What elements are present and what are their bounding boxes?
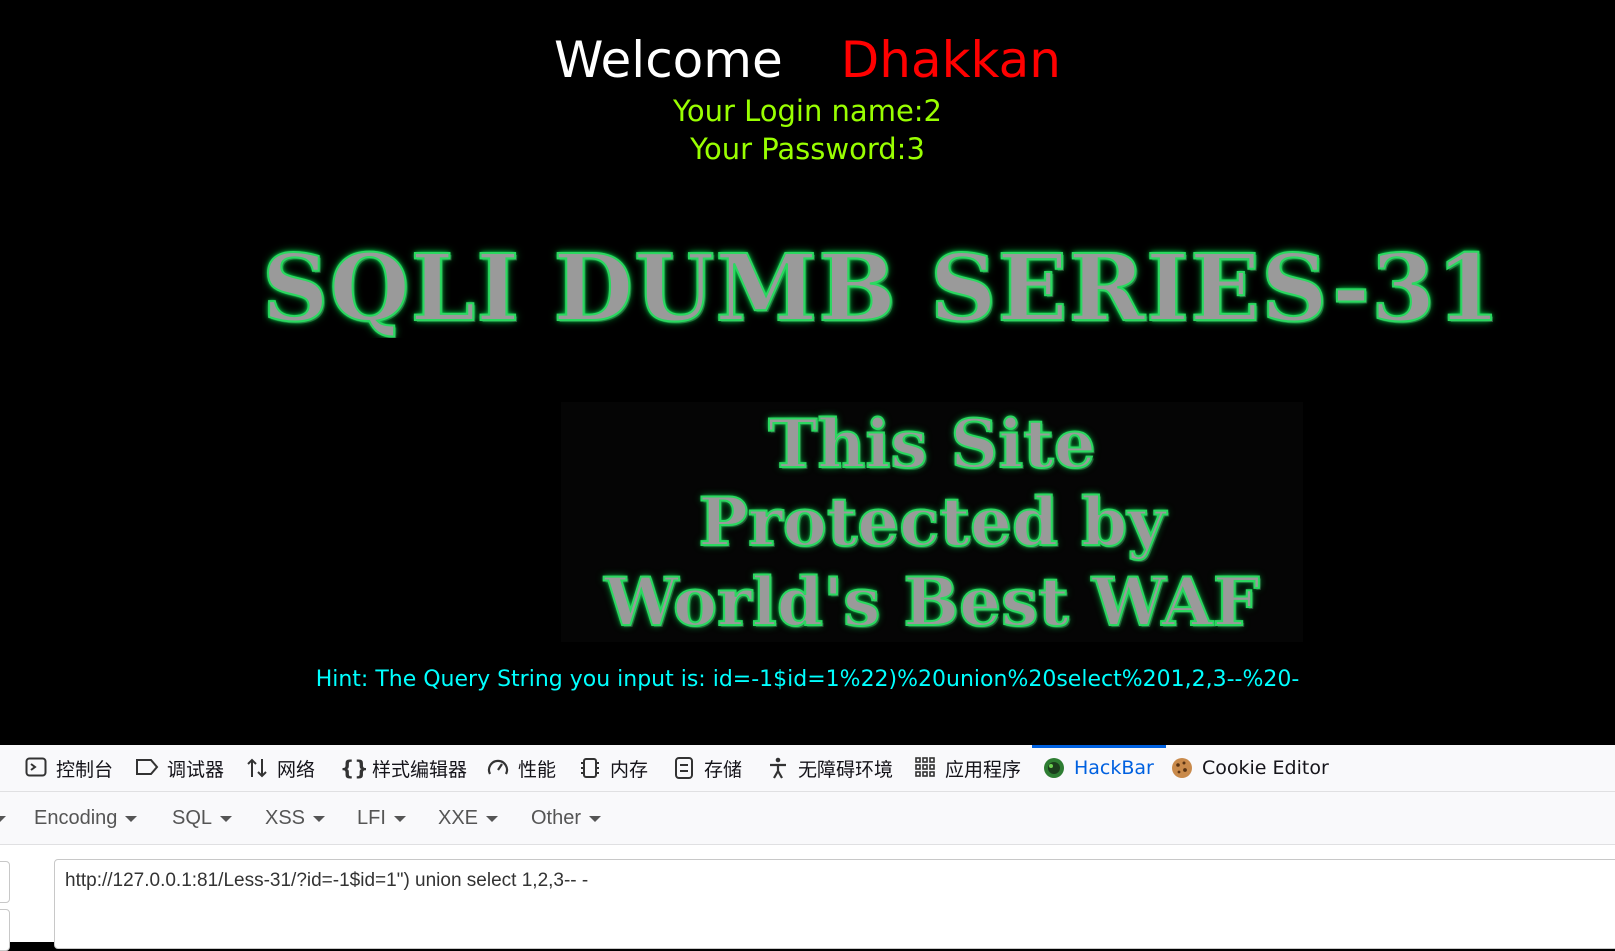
menu-encoding[interactable]: Encoding — [34, 792, 138, 844]
tab-label: 样式编辑器 — [372, 758, 468, 781]
welcome-heading: Welcome Dhakkan — [0, 30, 1615, 90]
tab-label: 网络 — [277, 758, 316, 781]
hackbar-icon — [1042, 756, 1066, 780]
login-name-text: Your Login name:2 — [672, 94, 943, 128]
menu-label: XSS — [265, 807, 306, 829]
tab-debugger[interactable]: 调试器 — [135, 745, 224, 791]
accessibility-icon — [766, 756, 790, 780]
tab-label: 控制台 — [56, 758, 114, 781]
menu-label: LFI — [357, 807, 386, 829]
waf-line-2: Protected by — [697, 482, 1166, 562]
chevron-down-icon — [313, 815, 326, 822]
welcome-name: Dhakkan — [840, 31, 1061, 89]
tab-label: 性能 — [518, 758, 557, 781]
style-editor-icon: {} — [340, 756, 369, 780]
series-banner: SQLI DUMB SERIES-31 — [262, 238, 1615, 338]
menu-xxe[interactable]: XXE — [438, 792, 499, 844]
tab-performance[interactable]: 性能 — [486, 745, 556, 791]
load-url-button[interactable] — [0, 861, 10, 903]
memory-icon — [578, 756, 602, 780]
chevron-down-icon — [589, 815, 602, 822]
url-textarea[interactable]: http://127.0.0.1:81/Less-31/?id=-1$id=1"… — [54, 859, 1615, 949]
banner-text: SQLI DUMB SERIES-31 — [262, 238, 1502, 338]
split-url-button[interactable] — [0, 909, 10, 951]
menu-xss[interactable]: XSS — [265, 792, 326, 844]
hint-text: Hint: The Query String you input is: id=… — [315, 667, 1300, 692]
tab-label: 应用程序 — [945, 758, 1022, 781]
tab-application[interactable]: 应用程序 — [913, 745, 1021, 791]
application-icon — [913, 756, 937, 780]
menu-sql[interactable]: SQL — [172, 792, 233, 844]
menu-label: XXE — [438, 807, 479, 829]
menu-label: Encoding — [34, 807, 118, 829]
waf-line-3: World's Best WAF — [603, 562, 1260, 642]
cookie-icon — [1170, 756, 1194, 780]
menu-load-caret[interactable] — [0, 792, 6, 844]
tab-hackbar[interactable]: HackBar — [1032, 745, 1166, 791]
chevron-down-icon — [486, 815, 499, 822]
password-text: Your Password:3 — [690, 132, 925, 166]
menu-label: Other — [531, 807, 582, 829]
tab-label: Cookie Editor — [1202, 757, 1329, 779]
tab-memory[interactable]: 内存 — [578, 745, 648, 791]
menu-lfi[interactable]: LFI — [357, 792, 406, 844]
chevron-down-icon — [220, 815, 233, 822]
tab-network[interactable]: 网络 — [245, 745, 315, 791]
chevron-down-icon — [125, 815, 138, 822]
web-page: Welcome Dhakkan Your Login name:2 Your Pa… — [0, 0, 1615, 745]
tab-style-editor[interactable]: {} 样式编辑器 — [340, 745, 467, 791]
tab-cookie-editor[interactable]: Cookie Editor — [1170, 745, 1329, 791]
waf-line-1: This Site — [767, 405, 1097, 483]
chevron-down-icon — [393, 815, 406, 822]
menu-other[interactable]: Other — [531, 792, 602, 844]
hackbar-menu: Encoding SQL XSS LFI XXE Other — [0, 792, 1615, 845]
menu-label: SQL — [172, 807, 213, 829]
chevron-down-icon — [0, 815, 6, 822]
storage-icon — [672, 756, 696, 780]
devtools-tabbar: 控制台 调试器 网络 {} 样式编辑器 性能 内存 存储 无障碍环境 应用程序 … — [0, 745, 1615, 792]
devtools-panel: 控制台 调试器 网络 {} 样式编辑器 性能 内存 存储 无障碍环境 应用程序 … — [0, 745, 1615, 951]
welcome-text: Welcome — [554, 31, 783, 89]
tab-label: 存储 — [704, 758, 743, 781]
console-icon — [24, 756, 48, 780]
tab-label: 无障碍环境 — [798, 758, 894, 781]
debugger-icon — [135, 756, 159, 780]
tab-label: 内存 — [610, 758, 649, 781]
waf-image: This Site Protected by World's Best WAF — [561, 402, 1303, 642]
tab-storage[interactable]: 存储 — [672, 745, 742, 791]
tab-label: HackBar — [1074, 757, 1154, 779]
network-icon — [245, 756, 269, 780]
tab-accessibility[interactable]: 无障碍环境 — [766, 745, 893, 791]
tab-label: 调试器 — [167, 758, 225, 781]
performance-icon — [486, 756, 510, 780]
hackbar-url-area: http://127.0.0.1:81/Less-31/?id=-1$id=1"… — [0, 845, 1615, 951]
tab-console[interactable]: 控制台 — [24, 745, 113, 791]
